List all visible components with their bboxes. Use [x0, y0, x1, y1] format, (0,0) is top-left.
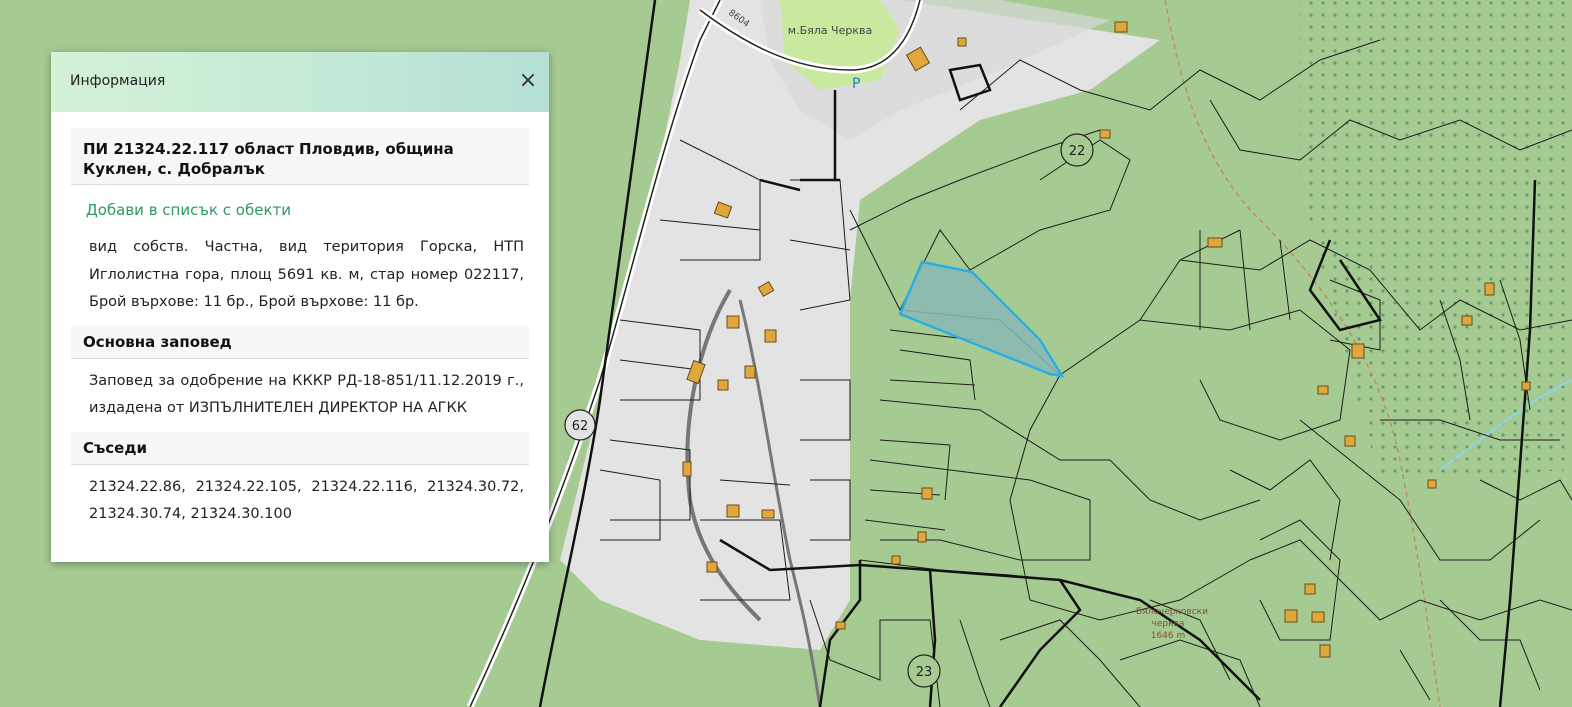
- order-section-title: Основна заповед: [71, 325, 529, 359]
- label-62: 62: [572, 419, 589, 434]
- parcel-details: вид собств. Частна, вид територия Горска…: [89, 239, 524, 310]
- chapel-label-1: Бялочерковски: [1136, 607, 1208, 617]
- parcel-number-23: 23: [907, 654, 941, 688]
- info-panel: Информация × ПИ 21324.22.117 област Плов…: [51, 52, 549, 562]
- close-icon[interactable]: ×: [517, 68, 539, 94]
- label-22: 22: [1069, 144, 1086, 159]
- chapel-label-2: черква: [1152, 619, 1185, 629]
- label-23: 23: [916, 665, 933, 680]
- parcel-number-62: 62: [564, 409, 596, 441]
- add-to-list-link[interactable]: Добави в списък с обекти: [86, 200, 529, 220]
- church-label: м.Бяла Черква: [788, 24, 872, 37]
- panel-header: Информация ×: [51, 52, 549, 112]
- panel-body: ПИ 21324.22.117 област Пловдив, община К…: [51, 112, 549, 529]
- parking-label: P: [852, 76, 860, 92]
- chapel-label-3: 1646 m: [1151, 631, 1186, 641]
- parcel-title: ПИ 21324.22.117 област Пловдив, община К…: [71, 128, 529, 185]
- neighbors-section-title: Съседи: [71, 431, 529, 465]
- neighbors-text: 21324.22.86, 21324.22.105, 21324.22.116,…: [89, 478, 524, 523]
- order-text: Заповед за одобрение на КККР РД-18-851/1…: [89, 372, 524, 417]
- panel-title: Информация: [70, 73, 166, 89]
- parcel-number-22: 22: [1060, 133, 1094, 167]
